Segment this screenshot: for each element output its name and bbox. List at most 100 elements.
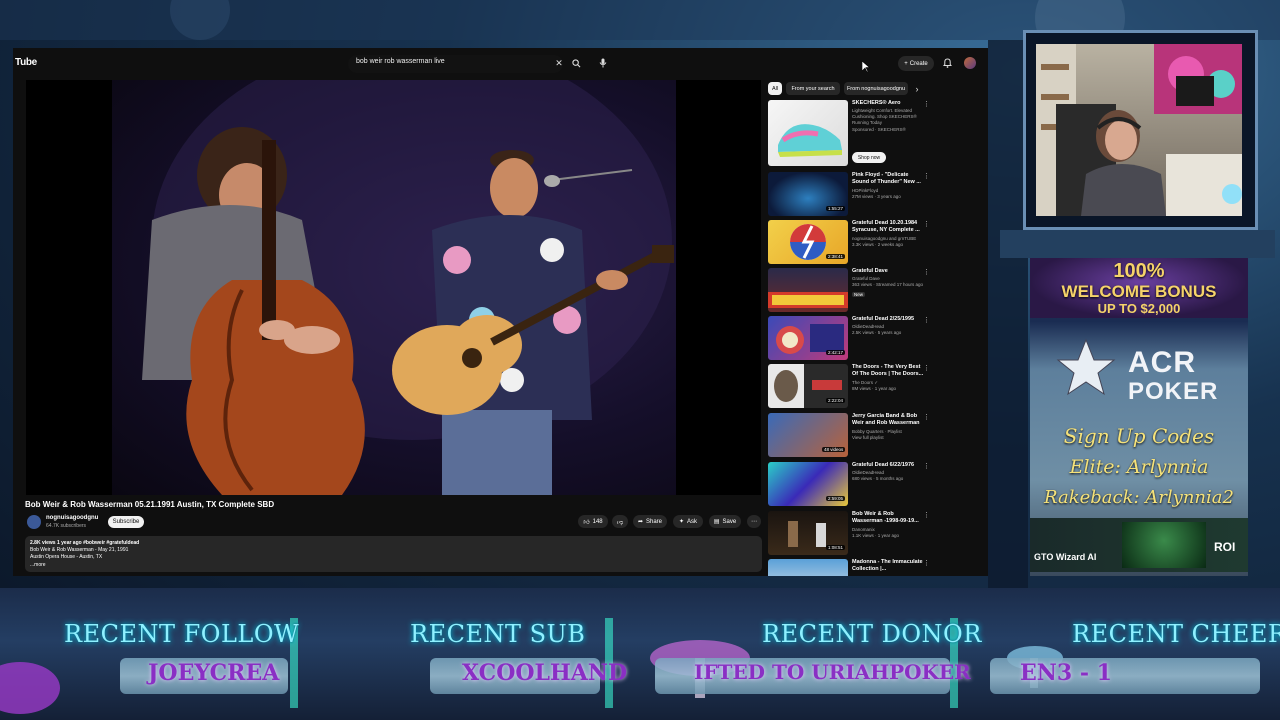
recommendation-item[interactable]: 48 videos Jerry Garcia Band & Bob Weir a… — [768, 413, 933, 459]
webcam-feed — [1036, 44, 1242, 216]
more-vertical-icon[interactable]: ⋮ — [923, 172, 930, 180]
thumbs-up-icon: 👍︎ — [583, 519, 590, 526]
roi-label: ROI — [1214, 540, 1236, 554]
create-label: Create — [909, 60, 928, 67]
recommendation-title: Pink Floyd - "Delicate Sound of Thunder"… — [852, 172, 921, 185]
more-vertical-icon[interactable]: ⋮ — [923, 413, 930, 421]
share-icon: ➦ — [637, 519, 643, 525]
ask-button[interactable]: ✦ Ask — [673, 515, 703, 528]
sparkle-icon: ✦ — [678, 519, 684, 525]
recent-donor-label: RECENT DONOR — [762, 620, 982, 648]
event-banner — [0, 588, 1280, 720]
ad-thumbnail — [768, 100, 848, 166]
sponsored-ad[interactable]: SKECHERS® Aero Lightweight Comfort. Elev… — [768, 100, 933, 170]
description-stats: 2.8K views 1 year ago #bobweir #grateful… — [30, 540, 140, 546]
recommendation-item[interactable]: 1:55:27 Pink Floyd - "Delicate Sound of … — [768, 172, 933, 218]
recent-follow-value: JOEYCREA — [148, 660, 280, 686]
recent-cheer-value: EN3 - 1 — [1020, 660, 1112, 686]
acr-star-icon — [1056, 338, 1116, 396]
more-vertical-icon[interactable]: ⋮ — [923, 316, 930, 324]
account-avatar[interactable] — [964, 57, 976, 69]
more-vertical-icon[interactable]: ⋮ — [923, 511, 930, 519]
mouse-cursor-icon — [862, 61, 870, 73]
clear-search-icon[interactable]: ✕ — [553, 57, 565, 69]
recent-sub-label: RECENT SUB — [410, 620, 586, 648]
performers-illustration — [142, 80, 674, 495]
gto-wizard-ad: GTO Wizard AI ROI — [1030, 518, 1248, 572]
youtube-window: Tube bob weir rob wasserman live ✕ + Cre… — [13, 48, 988, 576]
brand-acr: ACR — [1128, 346, 1196, 379]
like-count: 148 — [592, 518, 603, 525]
description-line-2: Austin Opera House - Austin, TX — [30, 554, 103, 560]
subscribe-button[interactable]: Subscribe — [108, 516, 144, 528]
playlist-count-badge: 48 videos — [822, 447, 846, 452]
like-button[interactable]: 👍︎ 148 — [578, 515, 608, 528]
save-button[interactable]: ▤ Save — [709, 515, 741, 528]
recommendation-meta: View full playlist — [852, 435, 884, 440]
recommendation-title: Bob Weir & Rob Wasserman -1998-09-19... — [852, 511, 919, 524]
video-thumbnail — [768, 559, 848, 576]
description-more[interactable]: ...more — [30, 562, 46, 568]
microphone-icon[interactable] — [597, 57, 609, 69]
search-query: bob weir rob wasserman live — [356, 58, 445, 65]
ad-line-3: Running Today — [852, 120, 882, 125]
duration-badge: 2:42:17 — [826, 350, 846, 355]
ad-sponsor: Sponsored · SKECHERS® — [852, 127, 906, 132]
bonus-subtitle: WELCOME BONUS — [1061, 282, 1217, 301]
recommendation-item[interactable]: 2:59:05 Grateful Dead 6/22/1976 OldieDea… — [768, 462, 933, 508]
duration-badge: 2:22:04 — [826, 398, 846, 403]
channel-name[interactable]: nognuisagoodgnu — [46, 515, 98, 521]
recommendation-item[interactable]: 2:22:04 The Doors - The Very Best Of The… — [768, 364, 933, 410]
brand-poker: POKER — [1128, 378, 1219, 405]
bonus-amount: UP TO $2,000 — [1097, 301, 1181, 316]
duration-badge: 1:08:51 — [826, 545, 846, 550]
youtube-logo[interactable]: Tube — [15, 57, 37, 68]
sponsor-ad-panel: 100% WELCOME BONUS UP TO $2,000 ACR POKE… — [1030, 258, 1248, 576]
description-box[interactable]: 2.8K views 1 year ago #bobweir #grateful… — [25, 536, 762, 572]
recommendation-title: Grateful Dead 2/25/1995 — [852, 316, 915, 322]
recommendation-item[interactable]: 2:38:41 Grateful Dead 10.20.1984 Syracus… — [768, 220, 933, 266]
elite-code: Elite: Arlynnia — [1069, 456, 1209, 478]
search-input[interactable]: bob weir rob wasserman live — [348, 55, 563, 73]
recommendation-meta: 680 views · 5 months ago — [852, 476, 904, 481]
chip-all[interactable]: All — [768, 82, 782, 95]
thumbs-down-icon: 👎︎ — [616, 519, 624, 526]
chip-from-channel[interactable]: From nognuisagoodgnu — [844, 82, 908, 95]
more-vertical-icon[interactable]: ⋮ — [923, 220, 930, 228]
video-player[interactable] — [26, 80, 761, 495]
mushroom-forest-decoration — [0, 618, 1063, 714]
recommendation-item[interactable]: 2:42:17 Grateful Dead 2/25/1995 OldieDea… — [768, 316, 933, 362]
duration-badge: 2:38:41 — [826, 254, 846, 259]
chevron-right-icon[interactable]: › — [912, 82, 922, 95]
recent-follow-label: RECENT FOLLOW — [64, 620, 300, 648]
recommendation-item[interactable]: New Grateful Dave Grateful Dave 363 view… — [768, 268, 933, 314]
shop-now-button[interactable]: Shop now — [852, 152, 886, 163]
ask-label: Ask — [687, 518, 698, 525]
create-button[interactable]: + Create — [898, 56, 934, 71]
more-actions-button[interactable]: ⋯ — [747, 515, 761, 528]
recommendation-title: Madonna - The Immaculate Collection |... — [852, 559, 923, 572]
recent-cheer-label: RECENT CHEER — [1072, 620, 1280, 648]
hacker-figure-image — [1122, 522, 1206, 568]
channel-avatar[interactable] — [27, 515, 41, 529]
recommendation-title: Grateful Dead 10.20.1984 Syracuse, NY Co… — [852, 220, 920, 233]
streamer-webcam-image — [1036, 44, 1242, 216]
bell-icon[interactable] — [941, 57, 953, 69]
recommendation-meta: 363 views · Streamed 17 hours ago — [852, 282, 924, 287]
recent-donor-value: IFTED TO URIAHPOKER — [694, 660, 971, 684]
recommendation-item[interactable]: Madonna - The Immaculate Collection |...… — [768, 559, 933, 576]
more-vertical-icon[interactable]: ⋮ — [923, 364, 930, 372]
recommendation-meta: 1.1K views · 1 year ago — [852, 533, 900, 538]
more-vertical-icon[interactable]: ⋮ — [923, 100, 930, 108]
more-vertical-icon[interactable]: ⋮ — [923, 462, 930, 470]
search-icon[interactable] — [570, 57, 582, 69]
recommendation-item[interactable]: 1:08:51 Bob Weir & Rob Wasserman -1998-0… — [768, 511, 933, 557]
chip-from-your-search[interactable]: From your search — [786, 82, 840, 95]
duration-badge: 2:59:05 — [826, 496, 846, 501]
recommendation-meta: 8M views · 1 year ago — [852, 386, 897, 391]
share-button[interactable]: ➦ Share — [633, 515, 667, 528]
more-vertical-icon[interactable]: ⋮ — [923, 559, 930, 567]
dislike-button[interactable]: 👎︎ — [612, 515, 628, 528]
rakeback-code: Rakeback: Arlynnia2 — [1044, 487, 1234, 508]
more-vertical-icon[interactable]: ⋮ — [923, 268, 930, 276]
